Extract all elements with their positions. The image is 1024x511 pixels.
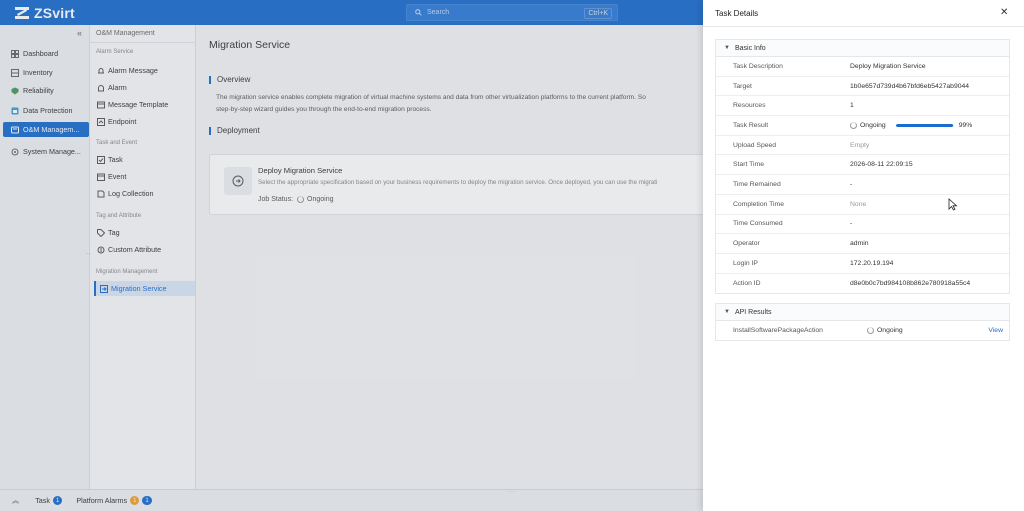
basic-info-header[interactable]: ▼ Basic Info xyxy=(716,40,1009,57)
info-row: Action ID d8e0b0c7bd984108b862e780918a55c… xyxy=(716,274,1009,294)
info-key: Time Remained xyxy=(733,180,781,188)
drawer-title: Task Details xyxy=(715,9,759,18)
info-key: Time Consumed xyxy=(733,220,783,228)
view-link[interactable]: View xyxy=(988,327,1003,334)
info-row: Completion Time None xyxy=(716,195,1009,215)
info-key: Start Time xyxy=(733,161,764,169)
info-key: Resources xyxy=(733,102,766,110)
info-row: Upload Speed Empty xyxy=(716,136,1009,156)
caret-down-icon: ▼ xyxy=(724,309,730,315)
info-value: 1b0e657d739d4b67bfd6eb5427ab9044 xyxy=(850,82,970,90)
info-row: Login IP 172.20.19.194 xyxy=(716,254,1009,274)
panel-title: API Results xyxy=(734,308,772,316)
progress-text: 99% xyxy=(958,121,973,129)
info-value: 172.20.19.194 xyxy=(850,259,894,267)
info-key: Login IP xyxy=(733,259,758,267)
info-key: Action ID xyxy=(733,279,761,287)
spinner-icon xyxy=(850,121,857,129)
api-status-text: Ongoing xyxy=(877,327,903,334)
progress-fill xyxy=(895,123,954,127)
info-key: Task Result xyxy=(733,121,769,129)
api-action-status: Ongoing xyxy=(867,327,988,334)
api-result-row: InstallSoftwarePackageAction Ongoing Vie… xyxy=(716,321,1009,340)
info-row: Time Consumed - xyxy=(716,215,1009,235)
api-action-name: InstallSoftwarePackageAction xyxy=(733,327,823,334)
info-key: Task Description xyxy=(733,62,783,70)
task-result-text: Ongoing xyxy=(860,121,886,129)
info-key: Target xyxy=(733,82,752,90)
info-key: Upload Speed xyxy=(733,141,777,149)
basic-info-panel: ▼ Basic Info Task Description Deploy Migr… xyxy=(715,39,1010,295)
close-icon[interactable]: ✕ xyxy=(1000,7,1008,18)
info-value: Ongoing 99% xyxy=(850,121,1009,129)
mouse-cursor-icon xyxy=(948,198,958,211)
info-row: Start Time 2026-08-11 22:09:15 xyxy=(716,155,1009,176)
info-value: - xyxy=(850,220,853,228)
progress-bar xyxy=(895,123,954,127)
task-details-drawer: Task Details ✕ ▼ Basic Info Task Descrip… xyxy=(703,0,1024,511)
panel-title: Basic Info xyxy=(734,44,766,52)
info-row: Time Remained - xyxy=(716,175,1009,195)
info-row: Target 1b0e657d739d4b67bfd6eb5427ab9044 xyxy=(716,77,1009,97)
info-key: Operator xyxy=(733,240,760,248)
info-row: Operator admin xyxy=(716,234,1009,254)
info-row: Task Description Deploy Migration Service xyxy=(716,57,1009,77)
modal-overlay[interactable] xyxy=(0,0,703,511)
info-value: None xyxy=(850,200,867,208)
info-value: - xyxy=(850,180,853,188)
info-value: Deploy Migration Service xyxy=(850,62,926,70)
info-value: 2026-08-11 22:09:15 xyxy=(850,161,913,169)
api-results-panel: ▼ API Results InstallSoftwarePackageActi… xyxy=(715,303,1010,341)
divider xyxy=(703,26,1024,27)
info-value: Empty xyxy=(850,141,870,149)
caret-down-icon: ▼ xyxy=(724,45,730,51)
info-row: Resources 1 xyxy=(716,96,1009,117)
info-value: d8e0b0c7bd984108b862e780918a55c4 xyxy=(850,279,971,287)
info-row: Task Result Ongoing 99% xyxy=(716,116,1009,136)
info-value: 1 xyxy=(850,102,854,110)
info-value: admin xyxy=(850,240,869,248)
api-results-header[interactable]: ▼ API Results xyxy=(716,304,1009,321)
spinner-icon xyxy=(867,327,874,334)
info-key: Completion Time xyxy=(733,200,784,208)
